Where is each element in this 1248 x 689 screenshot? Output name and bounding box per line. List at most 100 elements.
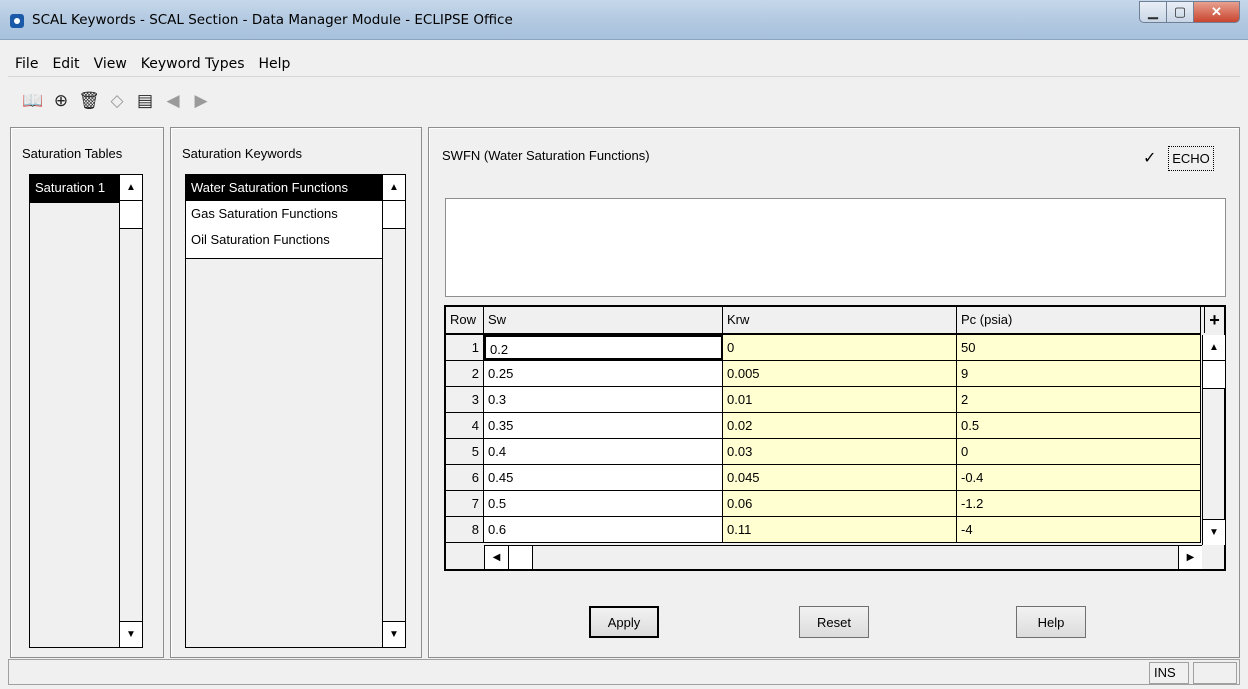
apply-button[interactable]: Apply [589,606,659,638]
saturation-tables-panel: Saturation Tables Saturation 1 ▲ ▼ [10,127,164,658]
cell-pc[interactable]: -4 [957,517,1201,542]
cell-krw[interactable]: 0 [723,335,957,360]
list-item[interactable]: Oil Saturation Functions [186,227,382,253]
column-header-sw[interactable]: Sw [484,307,723,333]
back-icon[interactable]: ◀ [162,90,184,112]
cell-sw[interactable]: 0.4 [484,439,723,464]
row-number[interactable]: 7 [446,491,484,516]
table-row: 7 0.5 0.06 -1.2 [446,491,1201,517]
status-pane [1193,662,1237,684]
crosshair-icon[interactable]: ⊕ [50,90,72,112]
menu-edit[interactable]: Edit [45,56,86,72]
cell-krw[interactable]: 0.045 [723,465,957,490]
list-item[interactable]: Saturation 1 [30,175,119,201]
saturation-keywords-list[interactable]: Water Saturation Functions Gas Saturatio… [185,174,406,648]
maximize-button[interactable]: ▢ [1167,1,1194,23]
column-header-row[interactable]: Row [446,307,484,333]
menu-view[interactable]: View [87,56,134,72]
saturation-tables-scrollbar[interactable]: ▲ ▼ [119,175,142,647]
caption-buttons: ▁ ▢ ✕ [1139,1,1240,23]
add-column-icon[interactable]: + [1204,307,1224,333]
scroll-up-icon[interactable]: ▲ [120,175,142,201]
cell-pc[interactable]: -0.4 [957,465,1201,490]
cell-krw[interactable]: 0.02 [723,413,957,438]
cell-pc[interactable]: 0.5 [957,413,1201,438]
cell-pc[interactable]: -1.2 [957,491,1201,516]
scroll-up-icon[interactable]: ▲ [1203,335,1225,361]
scroll-thumb[interactable] [383,201,405,229]
reset-button[interactable]: Reset [799,606,869,638]
saturation-tables-list[interactable]: Saturation 1 ▲ ▼ [29,174,143,648]
column-header-pc[interactable]: Pc (psia) [957,307,1201,333]
menu-bar: File Edit View Keyword Types Help [8,51,1240,77]
scroll-down-icon[interactable]: ▼ [1203,519,1225,545]
grid-horizontal-scrollbar[interactable]: ◀ ▶ [484,545,1202,569]
delete-icon[interactable]: 🗑 [78,90,100,112]
cell-sw[interactable]: 0.2 [484,335,723,360]
minimize-button[interactable]: ▁ [1139,1,1167,23]
cell-krw[interactable]: 0.11 [723,517,957,542]
table-row: 8 0.6 0.11 -4 [446,517,1201,543]
row-number[interactable]: 4 [446,413,484,438]
grid-vertical-scrollbar[interactable]: ▲ ▼ [1202,335,1225,545]
help-button[interactable]: Help [1016,606,1086,638]
scroll-thumb[interactable] [1203,361,1225,389]
scroll-thumb[interactable] [120,201,142,229]
saturation-keywords-panel: Saturation Keywords Water Saturation Fun… [170,127,422,658]
cell-sw[interactable]: 0.6 [484,517,723,542]
grid-body: 1 0.2 0 50 2 0.25 0.005 9 3 0.3 0.01 2 4… [446,335,1201,545]
keyword-heading: SWFN (Water Saturation Functions) [442,148,650,163]
row-number[interactable]: 8 [446,517,484,542]
list-item[interactable]: Water Saturation Functions [186,175,382,201]
echo-checkbox[interactable]: ✓ [1143,148,1156,168]
scroll-left-icon[interactable]: ◀ [485,546,509,569]
table-row: 3 0.3 0.01 2 [446,387,1201,413]
cell-sw[interactable]: 0.3 [484,387,723,412]
saturation-tables-label: Saturation Tables [22,146,123,161]
row-number[interactable]: 1 [446,335,484,360]
list-item[interactable]: Gas Saturation Functions [186,201,382,227]
comment-textarea[interactable] [445,198,1226,297]
status-bar: INS [8,659,1240,685]
cell-sw[interactable]: 0.35 [484,413,723,438]
data-grid[interactable]: Row Sw Krw Pc (psia) + 1 0.2 0 50 2 0.25… [444,305,1226,571]
cell-sw[interactable]: 0.45 [484,465,723,490]
cell-sw[interactable]: 0.25 [484,361,723,386]
cell-pc[interactable]: 9 [957,361,1201,386]
cell-krw[interactable]: 0.005 [723,361,957,386]
cell-krw[interactable]: 0.06 [723,491,957,516]
scroll-down-icon[interactable]: ▼ [120,621,142,647]
saturation-keywords-scrollbar[interactable]: ▲ ▼ [382,175,405,647]
scroll-up-icon[interactable]: ▲ [383,175,405,201]
menu-file[interactable]: File [8,56,45,72]
app-icon[interactable] [10,14,24,28]
cell-pc[interactable]: 0 [957,439,1201,464]
table-row: 4 0.35 0.02 0.5 [446,413,1201,439]
scroll-down-icon[interactable]: ▼ [383,621,405,647]
window-title: SCAL Keywords - SCAL Section - Data Mana… [32,12,513,28]
book-icon[interactable]: 📖 [22,90,44,112]
eraser-icon[interactable]: ◇ [106,90,128,112]
insert-mode-indicator: INS [1149,662,1189,684]
cell-krw[interactable]: 0.03 [723,439,957,464]
cell-pc[interactable]: 2 [957,387,1201,412]
menu-help[interactable]: Help [252,56,298,72]
row-number[interactable]: 2 [446,361,484,386]
close-button[interactable]: ✕ [1194,1,1240,23]
forward-icon[interactable]: ▶ [190,90,212,112]
view-icon[interactable]: ▤ [134,90,156,112]
row-number[interactable]: 6 [446,465,484,490]
row-number[interactable]: 5 [446,439,484,464]
title-bar[interactable]: SCAL Keywords - SCAL Section - Data Mana… [0,0,1248,40]
cell-sw[interactable]: 0.5 [484,491,723,516]
table-row: 2 0.25 0.005 9 [446,361,1201,387]
scroll-thumb[interactable] [509,546,533,569]
column-header-krw[interactable]: Krw [723,307,957,333]
menu-keyword-types[interactable]: Keyword Types [134,56,252,72]
row-number[interactable]: 3 [446,387,484,412]
cell-pc[interactable]: 50 [957,335,1201,360]
scroll-right-icon[interactable]: ▶ [1178,546,1202,569]
cell-krw[interactable]: 0.01 [723,387,957,412]
echo-label[interactable]: ECHO [1168,146,1214,171]
table-row: 6 0.45 0.045 -0.4 [446,465,1201,491]
